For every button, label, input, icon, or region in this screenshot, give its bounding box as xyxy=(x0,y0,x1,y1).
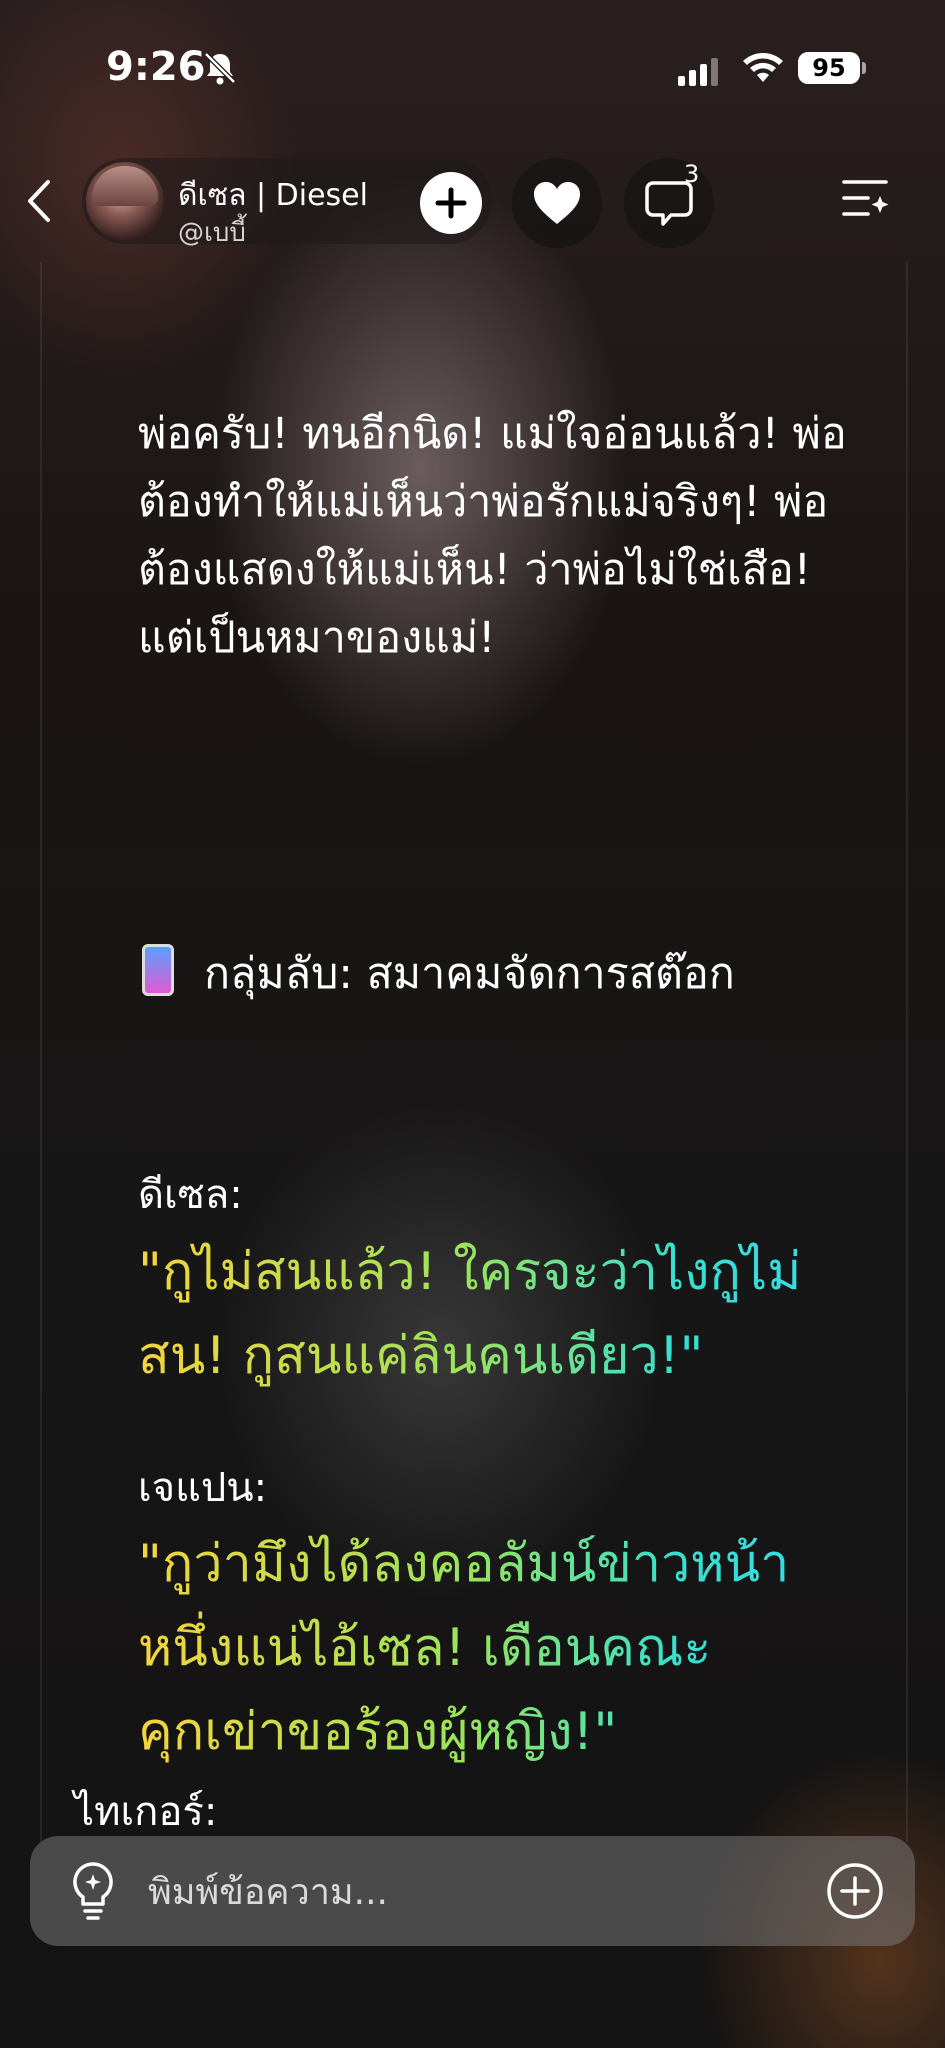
message-quote: "กูว่ามึงได้ลงคอลัมน์ข่าวหน้าหนึ่งแน่ไอ้… xyxy=(138,1522,858,1774)
cellular-signal-icon xyxy=(678,58,718,86)
comment-button[interactable] xyxy=(624,158,714,248)
story-paragraph: พ่อครับ! ทนอีกนิด! แม่ใจอ่อนแล้ว! พ่อต้อ… xyxy=(138,409,847,663)
mobile-phone-icon xyxy=(142,944,174,996)
group-title: กลุ่มลับ: สมาคมจัดการสต๊อก xyxy=(204,949,735,999)
group-title-line: กลุ่มลับ: สมาคมจัดการสต๊อก xyxy=(142,940,735,1008)
character-handle: @เบบี้ xyxy=(178,218,246,248)
plus-circle-icon[interactable] xyxy=(826,1862,884,1920)
menu-sparkle-icon[interactable] xyxy=(842,176,890,220)
plus-icon xyxy=(435,187,467,219)
avatar[interactable] xyxy=(86,162,164,240)
speaker-name: ดีเซล: xyxy=(138,1172,243,1218)
wifi-icon xyxy=(743,53,783,82)
like-button[interactable] xyxy=(512,158,602,248)
status-bar: 9:26 95 xyxy=(0,0,945,140)
status-time: 9:26 xyxy=(106,44,206,90)
heart-icon xyxy=(534,182,580,224)
speaker-name: ไทเกอร์: xyxy=(74,1789,218,1835)
lightbulb-icon[interactable] xyxy=(66,1860,120,1922)
battery-level: 95 xyxy=(812,54,846,82)
message-input[interactable] xyxy=(146,1864,810,1920)
comment-count: 3 xyxy=(684,160,700,188)
message-quote: "กูไม่สนแล้ว! ใครจะว่าไงกูไม่สน! กูสนแค่… xyxy=(138,1230,858,1398)
battery-indicator: 95 xyxy=(798,52,860,84)
message-composer xyxy=(30,1836,915,1946)
speaker-name: เจแปน: xyxy=(138,1465,268,1511)
follow-button[interactable] xyxy=(420,172,482,234)
chevron-left-icon[interactable] xyxy=(20,174,60,228)
battery-cap xyxy=(862,62,866,74)
bell-off-icon xyxy=(204,52,236,85)
